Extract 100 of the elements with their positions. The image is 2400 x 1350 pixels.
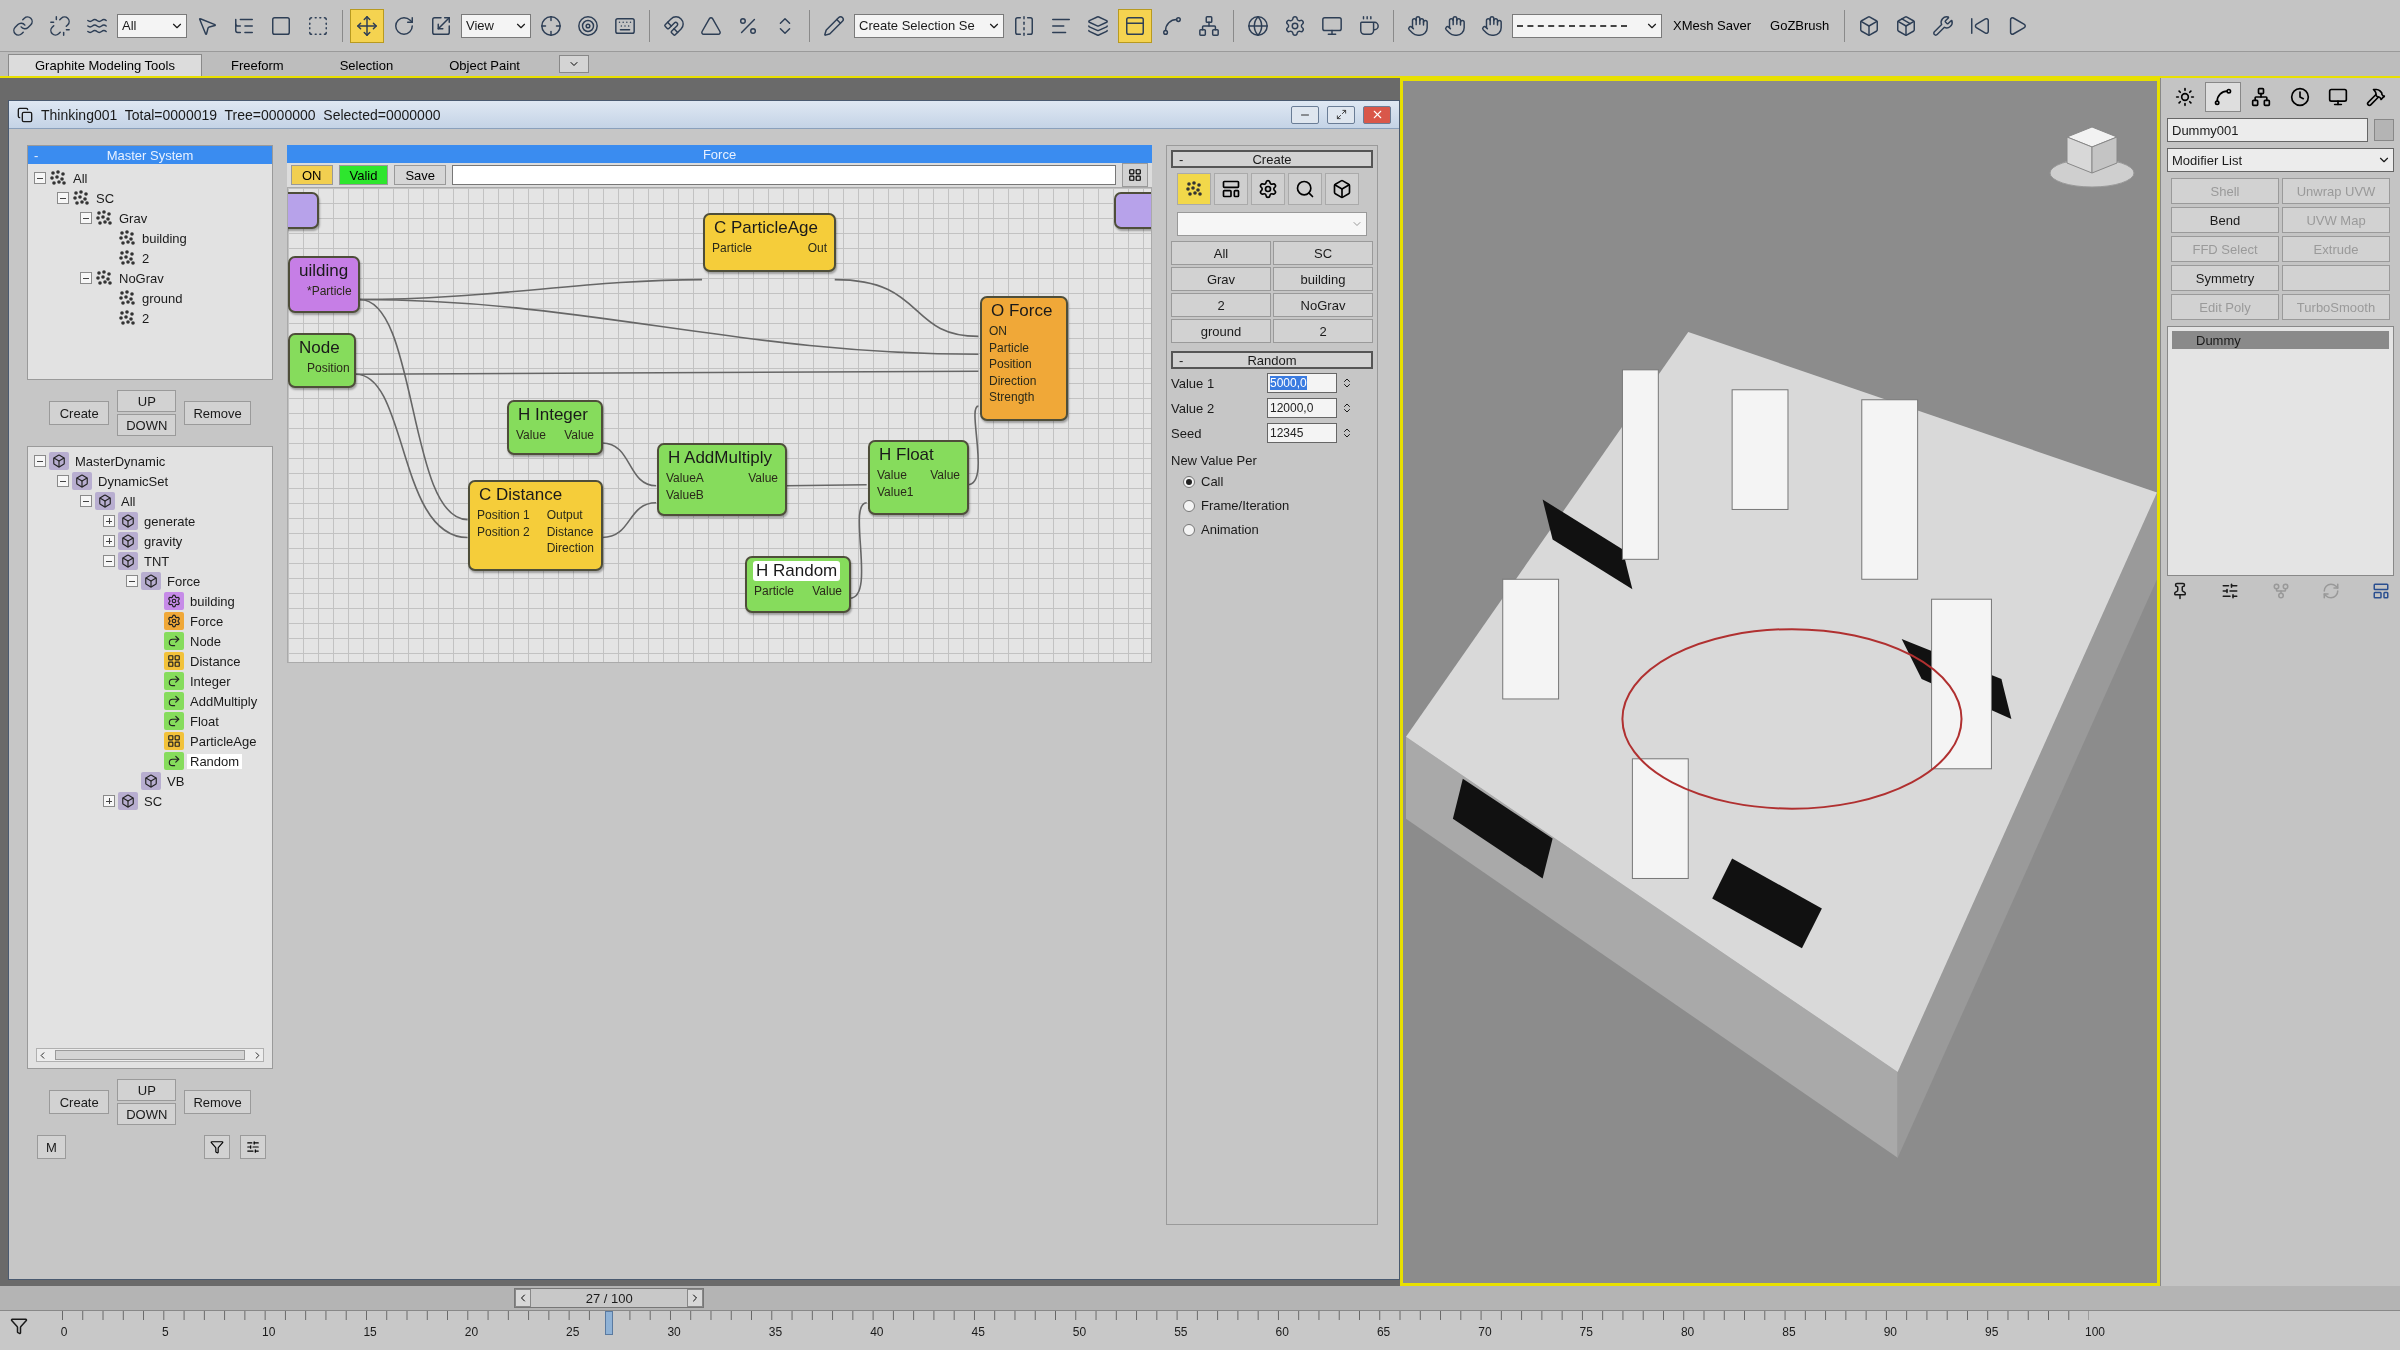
graph-node[interactable]: H AddMultiply ValueA Value ValueB: [657, 443, 787, 516]
expander-toggle[interactable]: [103, 535, 115, 547]
layout-icon[interactable]: [2372, 582, 2390, 600]
up-button[interactable]: UP: [117, 1079, 177, 1101]
m-button[interactable]: M: [37, 1135, 66, 1159]
dropdown[interactable]: All: [117, 13, 187, 38]
options-button[interactable]: [239, 1135, 266, 1159]
save-button[interactable]: Save: [394, 165, 447, 185]
set-button[interactable]: Grav: [1171, 267, 1271, 291]
radio-button[interactable]: [1183, 523, 1195, 536]
tool-button[interactable]: [1177, 173, 1211, 205]
modifier-list-dropdown[interactable]: Modifier List: [2167, 148, 2394, 172]
tree-item[interactable]: Random: [187, 753, 243, 769]
scroll-thumb[interactable]: [55, 1050, 245, 1060]
radio-button[interactable]: [1183, 475, 1195, 488]
up-button[interactable]: UP: [117, 390, 177, 412]
tool-button[interactable]: [1288, 173, 1322, 205]
time-slider-thumb[interactable]: 27 / 100: [514, 1288, 705, 1308]
dropdown[interactable]: Create Selection Se: [854, 13, 1004, 38]
tree-item[interactable]: gravity: [141, 533, 186, 549]
tree-item[interactable]: Node: [187, 633, 225, 649]
panel-button[interactable]: [1118, 8, 1152, 43]
expander-toggle[interactable]: [57, 192, 69, 204]
rollout-header[interactable]: - Create: [1171, 150, 1373, 168]
tree-item[interactable]: 2: [139, 250, 153, 266]
ribbon-tab[interactable]: Freeform: [203, 54, 311, 76]
toolbar-button[interactable]: GoZBrush: [1762, 10, 1838, 41]
expander-toggle[interactable]: [103, 795, 115, 807]
move-button[interactable]: [350, 8, 384, 43]
modifier-button[interactable]: Bend: [2171, 207, 2279, 233]
panel-tab[interactable]: [2205, 82, 2242, 112]
name-field[interactable]: Dummy001: [2167, 118, 2368, 142]
dropdown[interactable]: [1177, 212, 1367, 236]
filter-button[interactable]: [203, 1135, 230, 1159]
expander-toggle[interactable]: [103, 515, 115, 527]
modifier-button[interactable]: Symmetry: [2171, 265, 2279, 291]
node-canvas[interactable]: [287, 187, 1152, 663]
create-button[interactable]: Create: [49, 1090, 110, 1114]
ribbon-tab[interactable]: Graphite Modeling Tools: [8, 54, 202, 76]
collapse-toggle[interactable]: -: [1173, 151, 1191, 167]
expander-toggle[interactable]: [34, 172, 46, 184]
tool-button[interactable]: [1325, 173, 1359, 205]
radio-button[interactable]: [1183, 499, 1195, 512]
tree-item[interactable]: Float: [187, 713, 222, 729]
close-button[interactable]: [1363, 105, 1391, 124]
graph-node[interactable]: H Integer Value Value: [507, 400, 603, 455]
tree-item[interactable]: SC: [93, 190, 118, 206]
set-button[interactable]: SC: [1273, 241, 1373, 265]
tree-item[interactable]: All: [70, 170, 91, 186]
graph-tool-button[interactable]: [1122, 163, 1148, 187]
tree-item[interactable]: MasterDynamic: [72, 453, 169, 469]
tree-item[interactable]: DynamicSet: [95, 473, 172, 489]
pin-icon[interactable]: [2171, 582, 2189, 600]
filter-icon[interactable]: [10, 1317, 28, 1335]
tree-item[interactable]: Force: [164, 573, 204, 589]
tree-item[interactable]: 2: [139, 310, 153, 326]
graph-node[interactable]: uilding *Particle: [288, 256, 360, 313]
valid-button[interactable]: Valid: [338, 165, 389, 185]
graph-node[interactable]: Node Position: [288, 333, 356, 388]
color-swatch[interactable]: [2374, 119, 2394, 141]
set-button[interactable]: 2: [1171, 293, 1271, 317]
tree-item[interactable]: building: [187, 593, 238, 609]
on-button[interactable]: ON: [291, 165, 333, 185]
current-frame-marker[interactable]: [605, 1311, 614, 1335]
expander-toggle[interactable]: [34, 455, 46, 467]
expander-toggle[interactable]: [103, 555, 115, 567]
tree-item[interactable]: ParticleAge: [187, 733, 260, 749]
input-field[interactable]: [452, 165, 1116, 185]
expander-toggle[interactable]: [80, 495, 92, 507]
ribbon-tab[interactable]: Object Paint: [422, 54, 547, 76]
ribbon-options-button[interactable]: [559, 55, 589, 73]
stack-item[interactable]: Dummy: [2172, 331, 2389, 349]
expander-toggle[interactable]: [80, 212, 92, 224]
set-button[interactable]: building: [1273, 267, 1373, 291]
graph-node[interactable]: C ParticleAge Particle Out: [703, 213, 836, 272]
next-frame-button[interactable]: [687, 1289, 704, 1307]
sliders-icon[interactable]: [2221, 582, 2240, 600]
rollout-header[interactable]: - Random: [1171, 351, 1373, 369]
set-button[interactable]: ground: [1171, 319, 1271, 343]
ribbon-tab[interactable]: Selection: [312, 54, 421, 76]
dropdown[interactable]: View: [461, 13, 531, 38]
minimize-button[interactable]: [1291, 105, 1319, 124]
tree-item[interactable]: Integer: [187, 673, 234, 689]
tree-item[interactable]: building: [139, 230, 190, 246]
number-field[interactable]: 12000,0: [1267, 398, 1337, 418]
remove-button[interactable]: Remove: [184, 1090, 251, 1114]
tree-item[interactable]: AddMultiply: [187, 693, 261, 709]
tool-button[interactable]: [1214, 173, 1248, 205]
line-style-dropdown[interactable]: [1512, 13, 1662, 38]
tree-item[interactable]: generate: [141, 513, 199, 529]
remove-button[interactable]: Remove: [184, 401, 251, 425]
expander-toggle[interactable]: [57, 475, 69, 487]
set-button[interactable]: 2: [1273, 319, 1373, 343]
number-field[interactable]: 12345: [1267, 423, 1337, 443]
maximize-button[interactable]: [1327, 105, 1355, 124]
tree-item[interactable]: Distance: [187, 653, 244, 669]
set-button[interactable]: All: [1171, 241, 1271, 265]
previous-frame-button[interactable]: [515, 1289, 532, 1307]
graph-node[interactable]: C Distance Position 1 Output Position 2 Distance Direction: [468, 480, 603, 571]
graph-node[interactable]: H Float Value Value Value1: [868, 440, 969, 515]
